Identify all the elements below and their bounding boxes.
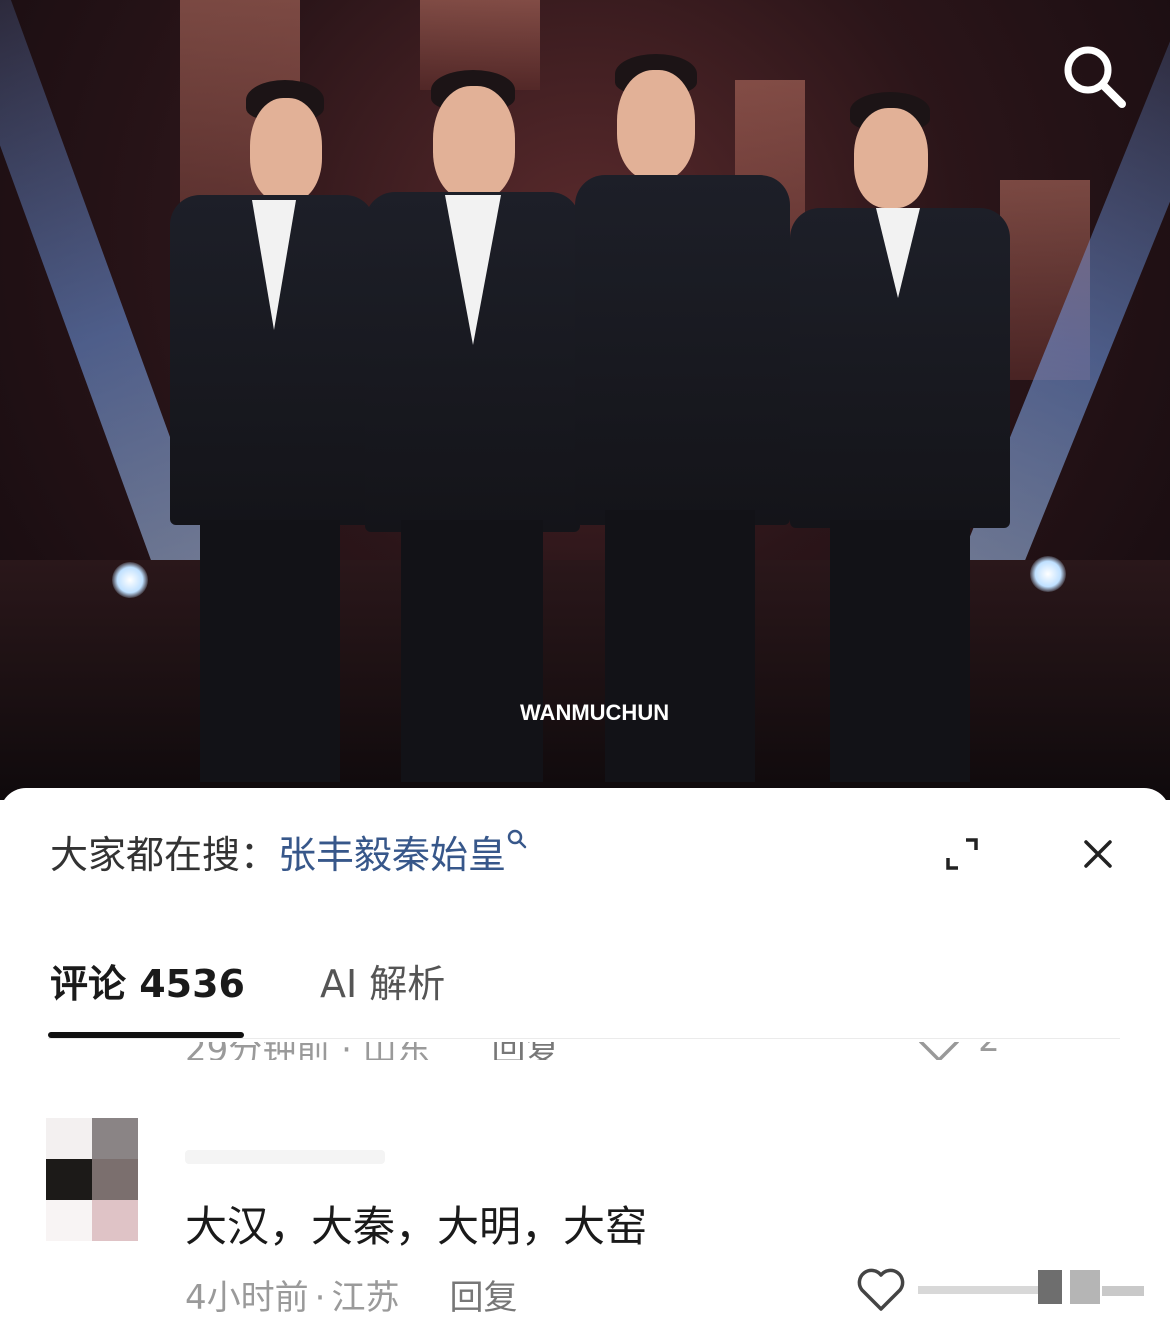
expand-icon xyxy=(946,838,978,870)
tab-divider xyxy=(48,1038,1120,1039)
reply-button[interactable]: 回复 xyxy=(449,1278,517,1318)
prev-heart-icon[interactable] xyxy=(915,1042,963,1060)
comment-meta: 4小时前 · 江苏 回复 xyxy=(185,1278,518,1318)
tab-comments[interactable]: 评论 4536 xyxy=(50,953,245,1008)
comment-location: 江苏 xyxy=(331,1278,400,1318)
avatar[interactable] xyxy=(46,1118,138,1242)
prev-comment-location: 山东 xyxy=(363,1042,431,1060)
close-icon xyxy=(1084,840,1112,868)
comment-username-redacted xyxy=(185,1150,385,1164)
prev-comment-reply[interactable]: 回复 xyxy=(492,1042,560,1060)
small-search-icon xyxy=(507,829,527,849)
hot-search-prefix: 大家都在搜： xyxy=(50,833,279,877)
heart-icon xyxy=(857,1268,905,1311)
search-button[interactable] xyxy=(1058,40,1130,112)
close-button[interactable] xyxy=(1078,834,1118,874)
hot-search-term: 张丰毅秦始皇 xyxy=(278,833,507,877)
search-icon xyxy=(1064,46,1126,108)
stage-spotlight xyxy=(112,562,148,598)
expand-button[interactable] xyxy=(942,834,982,874)
comment-text: 大汉，大秦，大明，大窑 xyxy=(185,1202,648,1251)
prev-comment-meta: 29分钟前 · 山东 回复 2 xyxy=(185,1042,1120,1060)
hot-search-bar: 大家都在搜：张丰毅秦始皇 xyxy=(50,824,528,879)
post-photo[interactable]: WANMUCHUN xyxy=(0,0,1170,800)
photo-watermark: WANMUCHUN xyxy=(520,700,670,725)
prev-like-count: 2 xyxy=(978,1042,1000,1060)
hot-search-link[interactable]: 张丰毅秦始皇 xyxy=(278,829,528,877)
redacted-area xyxy=(918,1266,1144,1310)
comment-sheet: 大家都在搜：张丰毅秦始皇 评论 4536 AI 解析 29分钟前 · 山东 回复 xyxy=(0,788,1170,1340)
tab-ai-analysis[interactable]: AI 解析 xyxy=(320,953,445,1008)
like-button[interactable] xyxy=(856,1266,906,1314)
stage-floor xyxy=(0,560,1170,800)
prev-comment-time: 29分钟前 xyxy=(185,1042,330,1060)
stage-spotlight xyxy=(1030,556,1066,592)
comment-time: 4小时前 xyxy=(185,1278,309,1318)
